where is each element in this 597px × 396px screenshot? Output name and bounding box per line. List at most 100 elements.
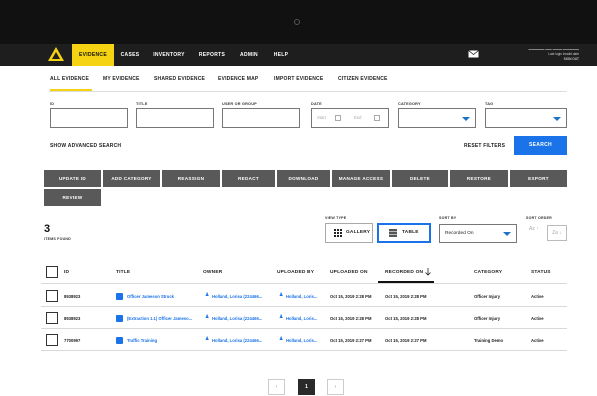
subnav-divider	[49, 91, 567, 92]
col-uploaded-on[interactable]: UPLOADED ON	[330, 270, 368, 275]
nav-inventory[interactable]: INVENTORY	[150, 44, 188, 66]
date-label: DATE	[311, 102, 322, 106]
delete-button[interactable]: DELETE	[392, 170, 448, 187]
review-button[interactable]: REVIEW	[44, 189, 101, 206]
category-select[interactable]	[398, 108, 476, 128]
gallery-view-button[interactable]: GALLERY	[325, 223, 373, 243]
top-bar	[0, 0, 597, 44]
file-icon	[116, 315, 123, 322]
sort-desc-button[interactable]: Za ↓	[547, 225, 567, 241]
camera-dot-icon	[294, 19, 300, 25]
sort-order-label: SORT ORDER	[526, 216, 552, 220]
download-button[interactable]: DOWNLOAD	[277, 170, 330, 187]
row-checkbox[interactable]	[46, 312, 58, 324]
header-divider	[41, 283, 567, 284]
row-uploaded-by[interactable]: Holland, Loris...	[286, 294, 317, 299]
row-recorded-on: Oct 15, 2019 2:28 PM	[385, 294, 427, 299]
table-label: TABLE	[402, 230, 419, 235]
col-title[interactable]: TITLE	[116, 270, 130, 275]
row-owner[interactable]: Holland, Lorisa (224466...	[212, 338, 262, 343]
chevron-down-icon	[462, 117, 470, 121]
tab-import-evidence[interactable]: IMPORT EVIDENCE	[274, 76, 323, 82]
user-icon: ♟	[205, 292, 210, 298]
title-input[interactable]	[136, 108, 214, 128]
search-button[interactable]: SEARCH	[514, 136, 567, 155]
sign-out-link[interactable]: SIGN OUT	[519, 57, 579, 62]
calendar-icon[interactable]	[335, 115, 341, 121]
nav-cases[interactable]: CASES	[116, 44, 144, 66]
add-category-button[interactable]: ADD CATEGORY	[103, 170, 160, 187]
date-end-placeholder: End	[354, 115, 362, 120]
tag-label: TAG	[485, 102, 494, 106]
arrow-down-icon[interactable]	[425, 268, 431, 276]
table-view-button[interactable]: TABLE	[377, 223, 431, 243]
nav-help[interactable]: HELP	[270, 44, 292, 66]
nav-evidence[interactable]: EVIDENCE	[72, 44, 114, 66]
row-divider	[41, 350, 567, 351]
row-status: Active	[531, 338, 544, 343]
user-block: ▬▬▬▬▬ ▬▬ ▬▬▬ ▬▬▬▬▬ Last login invalid da…	[519, 47, 579, 62]
col-status[interactable]: STATUS	[531, 270, 551, 275]
tab-shared-evidence[interactable]: SHARED EVIDENCE	[154, 76, 205, 82]
category-label: CATEGORY	[398, 102, 421, 106]
sort-by-select[interactable]: Recorded On	[439, 224, 517, 243]
row-owner[interactable]: Holland, Lorisa (224466...	[212, 316, 262, 321]
gallery-label: GALLERY	[346, 230, 371, 235]
row-category: Training Demo	[474, 338, 504, 343]
col-owner[interactable]: OWNER	[203, 270, 222, 275]
triangle-logo-icon[interactable]	[47, 46, 65, 63]
row-category: Officer Injury	[474, 316, 501, 321]
row-owner[interactable]: Holland, Lorisa (224466...	[212, 294, 262, 299]
tab-evidence-map[interactable]: EVIDENCE MAP	[218, 76, 258, 82]
user-group-input[interactable]	[222, 108, 300, 128]
id-input[interactable]	[50, 108, 128, 128]
next-page-button[interactable]: ›	[327, 379, 344, 395]
calendar-icon[interactable]	[374, 115, 380, 121]
col-recorded-on[interactable]: RECORDED ON	[385, 270, 423, 275]
col-category[interactable]: CATEGORY	[474, 270, 502, 275]
row-checkbox[interactable]	[46, 334, 58, 346]
title-label: TITLE	[136, 102, 148, 106]
row-uploaded-on: Oct 15, 2019 2:28 PM	[330, 316, 372, 321]
sort-by-label: SORT BY	[439, 216, 457, 220]
select-all-checkbox[interactable]	[46, 266, 58, 278]
update-id-button[interactable]: UPDATE ID	[44, 170, 101, 187]
col-uploaded-by[interactable]: UPLOADED BY	[277, 270, 314, 275]
tab-citizen-evidence[interactable]: CITIZEN EVIDENCE	[338, 76, 388, 82]
reset-filters-button[interactable]: RESET FILTERS	[464, 143, 505, 149]
row-uploaded-on: Oct 15, 2019 2:27 PM	[330, 338, 372, 343]
nav-reports[interactable]: REPORTS	[196, 44, 228, 66]
id-label: ID	[50, 102, 55, 106]
restore-button[interactable]: RESTORE	[450, 170, 508, 187]
nav-admin[interactable]: ADMIN	[236, 44, 262, 66]
sort-asc-button[interactable]: Az ↑	[529, 226, 539, 232]
row-uploaded-by[interactable]: Holland, Loris...	[286, 316, 317, 321]
grid-icon	[334, 229, 342, 237]
row-uploaded-on: Oct 15, 2019 2:28 PM	[330, 294, 372, 299]
reassign-button[interactable]: REASSIGN	[162, 170, 220, 187]
manage-access-button[interactable]: MANAGE ACCESS	[332, 170, 390, 187]
row-id: 8938923	[64, 316, 81, 321]
chevron-down-icon	[553, 117, 561, 121]
page-1-button[interactable]: 1	[298, 379, 315, 395]
prev-page-button[interactable]: ‹	[268, 379, 285, 395]
col-id[interactable]: ID	[64, 270, 69, 275]
advanced-search-link[interactable]: SHOW ADVANCED SEARCH	[50, 143, 121, 149]
export-button[interactable]: EXPORT	[510, 170, 567, 187]
file-icon	[116, 293, 123, 300]
row-title[interactable]: Traffic Training	[127, 338, 157, 343]
row-title[interactable]: (Extraction 1.1) Officer Jameso...	[127, 316, 192, 321]
tag-select[interactable]	[485, 108, 567, 128]
row-status: Active	[531, 294, 544, 299]
envelope-icon[interactable]	[468, 50, 479, 58]
date-range-input[interactable]: Start End	[311, 108, 389, 128]
row-uploaded-by[interactable]: Holland, Loris...	[286, 338, 317, 343]
sort-by-value: Recorded On	[445, 231, 474, 236]
row-checkbox[interactable]	[46, 290, 58, 302]
view-type-label: VIEW TYPE	[325, 216, 347, 220]
row-id: 8938923	[64, 294, 81, 299]
row-title[interactable]: Officer Jameson Struck	[127, 294, 174, 299]
tab-my-evidence[interactable]: MY EVIDENCE	[103, 76, 140, 82]
redact-button[interactable]: REDACT	[222, 170, 275, 187]
tab-all-evidence[interactable]: ALL EVIDENCE	[50, 76, 89, 82]
